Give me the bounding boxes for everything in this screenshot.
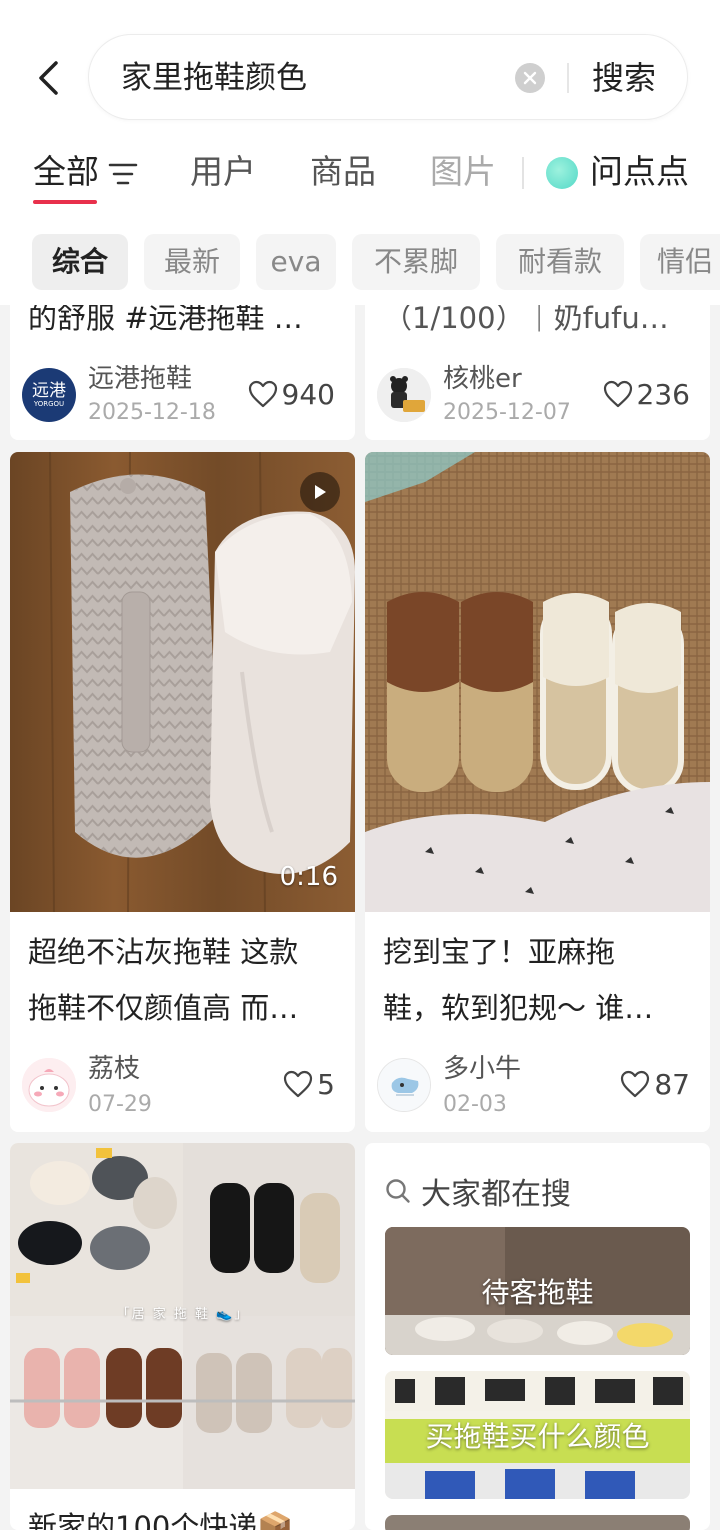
note-title-line: 拖鞋不仅颜值高 而…	[28, 991, 299, 1025]
active-tab-indicator	[33, 200, 97, 204]
heart-icon	[284, 1070, 313, 1098]
play-icon	[300, 472, 340, 512]
like-count: 87	[654, 1067, 690, 1101]
like-button[interactable]: 236	[603, 374, 690, 414]
post-date: 02-03	[443, 1092, 507, 1117]
post-date: 2025-12-18	[88, 400, 216, 425]
avatar-logo-text: 远港	[32, 381, 66, 401]
note-cover-image: 0:16	[10, 452, 355, 912]
author-name[interactable]: 荔枝	[88, 1048, 140, 1085]
chip-eva[interactable]: eva	[256, 234, 336, 290]
note-title-line: 挖到宝了！亚麻拖	[383, 935, 616, 969]
avatar[interactable]	[22, 1058, 76, 1112]
note-card[interactable]: 「居 家 拖 鞋 👟」 新家的100个快递📦	[10, 1143, 355, 1530]
search-divider	[567, 63, 569, 93]
avatar-image	[378, 1059, 430, 1111]
hot-search-item[interactable]: 买拖鞋买什么颜色	[385, 1371, 690, 1499]
avatar[interactable]	[377, 368, 431, 422]
filter-chips: 综合 最新 eva 不累脚 耐看款 情侣	[0, 234, 720, 290]
note-card[interactable]: 挖到宝了！亚麻拖 鞋，软到犯规～ 谁… 多小牛 02-03 87	[365, 452, 710, 1132]
result-tabs: 全部 用户 商品 图片 问点点	[0, 140, 720, 210]
clear-icon[interactable]	[515, 63, 545, 93]
hot-searches-title: 大家都在搜	[421, 1177, 571, 1212]
note-title-line: 鞋，软到犯规～ 谁…	[383, 991, 654, 1025]
note-cover-image	[365, 452, 710, 912]
hot-search-label: 买拖鞋买什么颜色	[425, 1420, 650, 1453]
back-button[interactable]	[28, 56, 68, 100]
avatar-image	[377, 368, 431, 422]
author-name[interactable]: 核桃er	[443, 358, 522, 395]
note-title-line: 超绝不沾灰拖鞋 这款	[28, 935, 299, 969]
like-button[interactable]: 940	[248, 374, 335, 414]
author-name[interactable]: 远港拖鞋	[88, 358, 192, 395]
search-box[interactable]: 家里拖鞋颜色 搜索	[88, 34, 688, 120]
tab-wendiandian[interactable]: 问点点	[590, 150, 689, 194]
hot-search-item[interactable]	[385, 1515, 690, 1530]
tab-products[interactable]: 商品	[310, 150, 376, 194]
chevron-left-icon	[39, 61, 58, 95]
like-button[interactable]: 87	[620, 1064, 690, 1104]
filter-icon[interactable]	[108, 162, 138, 186]
like-count: 5	[317, 1067, 335, 1101]
like-count: 940	[281, 377, 335, 411]
note-card[interactable]: 0:16 超绝不沾灰拖鞋 这款 拖鞋不仅颜值高 而… 荔枝 07-29 5	[10, 452, 355, 1132]
hot-search-label: 待客拖鞋	[481, 1276, 594, 1309]
hot-searches-card: 大家都在搜 待客拖鞋 买拖鞋买什么颜色	[365, 1143, 710, 1530]
avatar-image	[22, 1058, 76, 1112]
avatar[interactable]: 远港 YORGOU	[22, 368, 76, 422]
tab-images[interactable]: 图片	[430, 150, 496, 194]
post-date: 2025-12-07	[443, 400, 571, 425]
chip-durable-look[interactable]: 耐看款	[496, 234, 624, 290]
tabs-separator	[522, 157, 524, 189]
post-date: 07-29	[88, 1092, 152, 1117]
chip-comfortable[interactable]: 不累脚	[352, 234, 480, 290]
heart-icon	[621, 1070, 650, 1098]
cover-overlay-text: 「居 家 拖 鞋 👟」	[116, 1307, 250, 1322]
note-cover-image: 「居 家 拖 鞋 👟」	[10, 1143, 355, 1489]
like-button[interactable]: 5	[283, 1064, 335, 1104]
search-button[interactable]: 搜索	[589, 35, 659, 121]
like-count: 236	[636, 377, 690, 411]
note-title: 新家的100个快递📦	[28, 1510, 294, 1530]
avatar-logo-subtext: YORGOU	[33, 400, 65, 408]
search-icon	[386, 1179, 410, 1203]
hot-search-item[interactable]: 待客拖鞋	[385, 1227, 690, 1355]
tab-all[interactable]: 全部	[33, 150, 99, 194]
tab-users[interactable]: 用户	[190, 150, 256, 194]
chip-latest[interactable]: 最新	[144, 234, 240, 290]
search-header: 家里拖鞋颜色 搜索 全部 用户 商品 图片 问点点 综合 最新 eva 不累脚 …	[0, 0, 720, 305]
chip-comprehensive[interactable]: 综合	[32, 234, 128, 290]
author-name[interactable]: 多小牛	[443, 1048, 521, 1085]
wendiandian-icon	[546, 157, 578, 189]
tab-all-label: 全部	[33, 152, 99, 191]
heart-icon	[248, 380, 277, 408]
chip-couple[interactable]: 情侣	[640, 234, 720, 290]
search-input[interactable]: 家里拖鞋颜色	[121, 35, 307, 121]
avatar[interactable]	[377, 1058, 431, 1112]
video-duration: 0:16	[279, 862, 338, 892]
heart-icon	[603, 380, 632, 408]
